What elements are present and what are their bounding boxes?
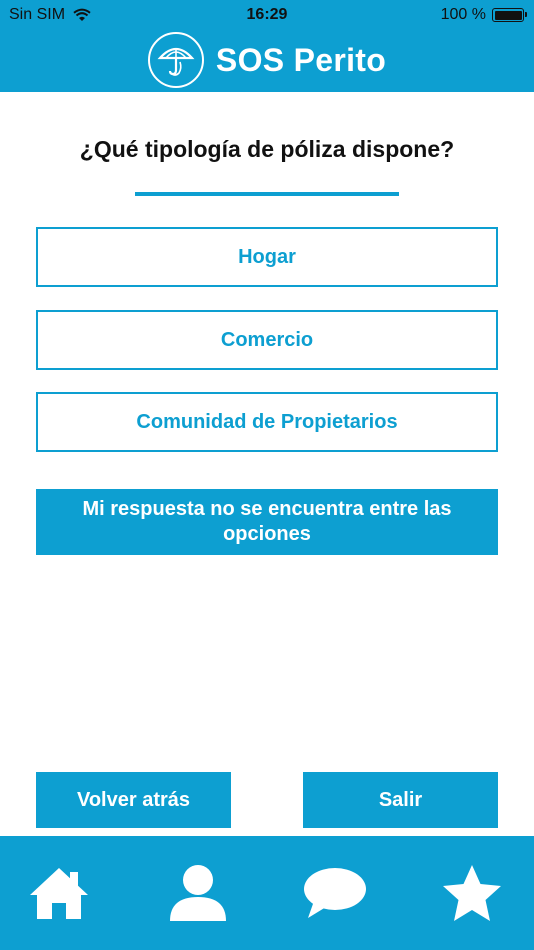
question-title: ¿Qué tipología de póliza dispone? xyxy=(79,136,455,162)
user-icon xyxy=(170,865,226,921)
umbrella-logo-icon xyxy=(147,32,204,88)
app-header: Sin SIM 16:29 100 % SOS Perito xyxy=(0,0,534,92)
profile-tab[interactable] xyxy=(163,858,233,928)
home-tab[interactable] xyxy=(24,858,94,928)
exit-button[interactable]: Salir xyxy=(303,772,498,828)
status-bar: Sin SIM 16:29 100 % xyxy=(0,0,534,30)
battery-status: 100 % xyxy=(440,6,527,24)
title-underline xyxy=(135,192,399,196)
option-comercio-button[interactable]: Comercio xyxy=(36,310,498,370)
option-label: Hogar xyxy=(238,245,296,268)
star-icon xyxy=(443,865,501,921)
option-hogar-button[interactable]: Hogar xyxy=(36,227,498,287)
battery-icon xyxy=(492,8,527,22)
exit-button-label: Salir xyxy=(378,788,423,811)
home-icon xyxy=(30,868,88,919)
back-button[interactable]: Volver atrás xyxy=(36,772,231,828)
back-button-label: Volver atrás xyxy=(76,788,191,811)
brand: SOS Perito xyxy=(0,32,534,88)
chat-icon xyxy=(304,868,366,918)
battery-percent: 100 % xyxy=(440,6,486,23)
option-label: Comunidad de Propietarios xyxy=(136,410,398,433)
tab-bar xyxy=(0,836,534,950)
option-comunidad-button[interactable]: Comunidad de Propietarios xyxy=(36,392,498,452)
no-answer-button[interactable]: Mi respuesta no se encuentra entre las o… xyxy=(36,489,498,555)
no-answer-label: Mi respuesta no se encuentra entre las o… xyxy=(82,498,452,545)
brand-name: SOS Perito xyxy=(215,41,387,78)
option-label: Comercio xyxy=(220,328,314,351)
favorites-tab[interactable] xyxy=(437,858,507,928)
chat-tab[interactable] xyxy=(300,858,370,928)
